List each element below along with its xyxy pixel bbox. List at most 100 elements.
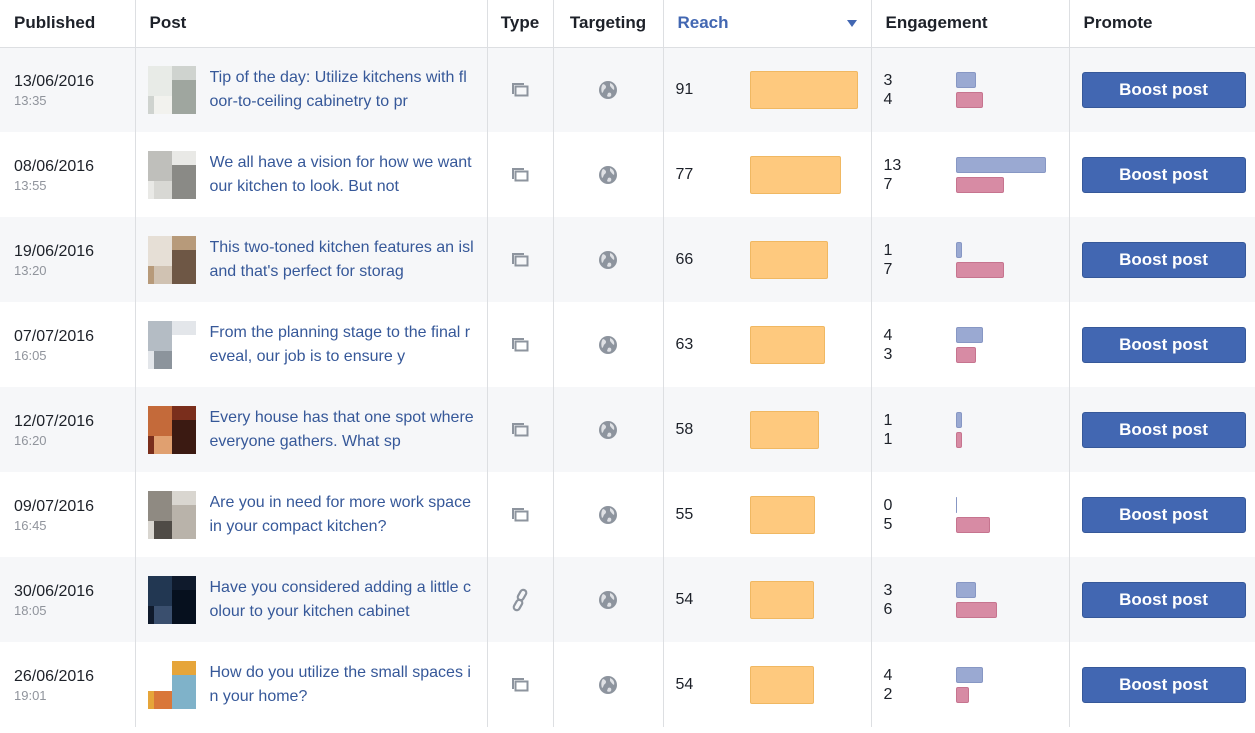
- engagement-values: 4 2: [884, 666, 956, 704]
- targeting-cell: [553, 387, 664, 472]
- post-thumbnail[interactable]: [147, 320, 196, 369]
- published-cell: 12/07/2016 16:20: [0, 387, 136, 472]
- table-row-8[interactable]: 26/06/2016 19:01 How do you utilize the …: [0, 642, 1255, 727]
- post-cell: Have you considered adding a little colo…: [135, 557, 488, 642]
- engagement-cell: 3 4: [871, 47, 1070, 132]
- post-thumbnail[interactable]: [147, 575, 196, 624]
- column-header-type[interactable]: Type: [487, 0, 554, 48]
- published-cell: 08/06/2016 13:55: [0, 132, 136, 217]
- engagement-bars: [955, 666, 984, 703]
- boost-post-button[interactable]: Boost post: [1081, 666, 1246, 703]
- post-link[interactable]: Are you in need for more work space in y…: [210, 491, 476, 539]
- engagement-bar-a: [955, 411, 963, 428]
- post-link[interactable]: From the planning stage to the final rev…: [210, 321, 476, 369]
- engagement-cell: 3 6: [871, 557, 1070, 642]
- post-thumbnail[interactable]: [147, 65, 196, 114]
- published-date: 13/06/2016: [14, 72, 95, 90]
- post-link[interactable]: We all have a vision for how we want our…: [210, 151, 476, 199]
- boost-post-button[interactable]: Boost post: [1081, 241, 1246, 278]
- table-row-2[interactable]: 08/06/2016 13:55 We all have a vision fo…: [0, 132, 1255, 217]
- published-time: 16:20: [14, 432, 47, 448]
- boost-post-button[interactable]: Boost post: [1081, 326, 1246, 363]
- table-row-7[interactable]: 30/06/2016 18:05 Have you considered add…: [0, 557, 1255, 642]
- table-row-1[interactable]: 13/06/2016 13:35 Tip of the day: Utilize…: [0, 47, 1255, 132]
- type-cell: [487, 472, 554, 557]
- column-header-post[interactable]: Post: [135, 0, 488, 48]
- reach-cell: 55: [663, 472, 872, 557]
- engagement-bar-a: [955, 666, 984, 683]
- post-cell: Every house has that one spot where ever…: [135, 387, 488, 472]
- boost-post-button[interactable]: Boost post: [1081, 156, 1246, 193]
- engagement-value-b: 3: [883, 345, 893, 363]
- post-thumbnail[interactable]: [147, 660, 196, 709]
- engagement-bars: [955, 241, 1004, 278]
- engagement-value-a: 3: [883, 71, 893, 89]
- engagement-cell: 13 7: [871, 132, 1070, 217]
- reach-cell: 54: [663, 642, 872, 727]
- post-cell: Are you in need for more work space in y…: [135, 472, 488, 557]
- reach-value: 55: [675, 505, 694, 523]
- post-thumbnail[interactable]: [147, 150, 196, 199]
- engagement-value-b: 6: [883, 600, 893, 618]
- reach-bar: [749, 495, 815, 534]
- table-row-3[interactable]: 19/06/2016 13:20 This two-toned kitchen …: [0, 217, 1255, 302]
- post-link[interactable]: Have you considered adding a little colo…: [210, 576, 476, 624]
- engagement-value-a: 4: [883, 666, 893, 684]
- post-thumbnail[interactable]: [147, 490, 196, 539]
- post-thumbnail[interactable]: [147, 405, 196, 454]
- engagement-value-b: 7: [883, 260, 893, 278]
- post-link[interactable]: How do you utilize the small spaces in y…: [210, 661, 476, 709]
- engagement-cell: 1 1: [871, 387, 1070, 472]
- reach-cell: 77: [663, 132, 872, 217]
- engagement-bar-a: [955, 241, 963, 258]
- engagement-value-b: 7: [883, 175, 893, 193]
- type-cell: [487, 302, 554, 387]
- engagement-cell: 1 7: [871, 217, 1070, 302]
- type-cell: [487, 642, 554, 727]
- boost-post-button[interactable]: Boost post: [1081, 496, 1246, 533]
- post-thumbnail[interactable]: [147, 235, 196, 284]
- engagement-bar-b: [955, 686, 970, 703]
- globe-icon: [599, 165, 617, 184]
- reach-bar: [749, 240, 828, 279]
- globe-icon: [599, 80, 617, 99]
- published-time: 13:20: [14, 262, 47, 278]
- published-time: 16:45: [14, 517, 47, 533]
- type-cell: [487, 47, 554, 132]
- post-link[interactable]: Every house has that one spot where ever…: [210, 406, 476, 454]
- photo-icon: [512, 507, 529, 521]
- post-link[interactable]: Tip of the day: Utilize kitchens with fl…: [210, 66, 476, 114]
- table-row-5[interactable]: 12/07/2016 16:20 Every house has that on…: [0, 387, 1255, 472]
- column-header-published[interactable]: Published: [0, 0, 136, 48]
- reach-bar: [749, 155, 841, 194]
- boost-post-button[interactable]: Boost post: [1081, 411, 1246, 448]
- globe-icon: [599, 250, 617, 269]
- engagement-bar-a: [955, 71, 977, 88]
- reach-bar: [749, 325, 825, 364]
- sort-descending-icon[interactable]: [846, 20, 857, 28]
- reach-bar: [749, 410, 819, 449]
- post-cell: Tip of the day: Utilize kitchens with fl…: [135, 47, 488, 132]
- promote-cell: Boost post: [1069, 472, 1255, 557]
- published-date: 12/07/2016: [14, 412, 95, 430]
- column-header-engagement[interactable]: Engagement: [871, 0, 1070, 48]
- boost-post-button[interactable]: Boost post: [1081, 581, 1246, 618]
- table-row-6[interactable]: 09/07/2016 16:45 Are you in need for mor…: [0, 472, 1255, 557]
- post-link[interactable]: This two-toned kitchen features an islan…: [210, 236, 476, 284]
- published-time: 13:55: [14, 177, 47, 193]
- engagement-bar-b: [955, 516, 991, 533]
- engagement-bar-a: [955, 496, 957, 513]
- published-cell: 26/06/2016 19:01: [0, 642, 136, 727]
- engagement-values: 3 4: [884, 71, 956, 109]
- engagement-bar-a: [955, 326, 984, 343]
- column-header-targeting[interactable]: Targeting: [553, 0, 664, 48]
- header-row: Published Post Type Targeting Reach Enga…: [0, 0, 1255, 48]
- column-header-reach[interactable]: Reach: [663, 0, 872, 48]
- globe-icon: [599, 590, 617, 609]
- boost-post-button[interactable]: Boost post: [1081, 71, 1246, 108]
- post-cell: We all have a vision for how we want our…: [135, 132, 488, 217]
- engagement-values: 4 3: [884, 326, 956, 364]
- promote-cell: Boost post: [1069, 47, 1255, 132]
- engagement-value-a: 13: [883, 156, 902, 174]
- table-row-4[interactable]: 07/07/2016 16:05 From the planning stage…: [0, 302, 1255, 387]
